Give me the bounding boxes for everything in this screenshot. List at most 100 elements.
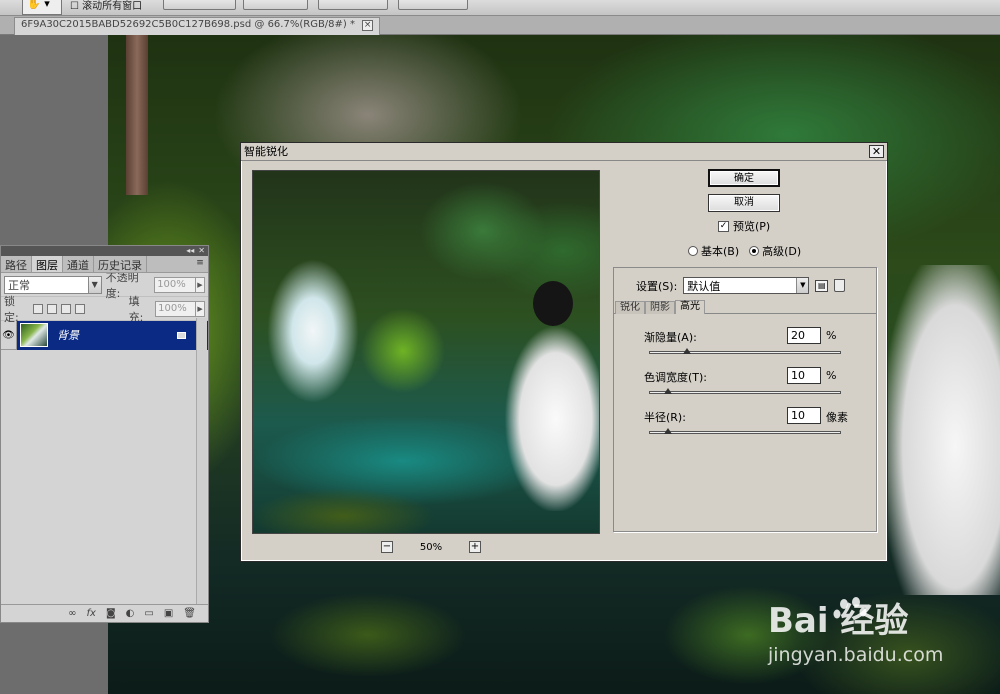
close-panel-icon[interactable]: ✕ xyxy=(198,246,205,256)
layers-scrollbar[interactable] xyxy=(196,318,207,604)
lock-pixels-icon[interactable] xyxy=(46,303,57,314)
sharpen-tabs: 锐化 阴影 高光 xyxy=(614,300,876,314)
trash-icon[interactable]: 🗑 xyxy=(183,608,196,619)
blend-row: 正常 ▼ 不透明度: 100% ▶ xyxy=(1,271,208,300)
settings-group: 设置(S): 默认值 ▼ ▤ 锐化 阴影 高光 渐隐量(A): 20 % 色调宽… xyxy=(613,267,877,532)
blend-mode-value: 正常 xyxy=(8,278,30,292)
fill-field[interactable]: 100% ▶ xyxy=(155,300,206,317)
fx-icon[interactable]: fx xyxy=(87,608,96,619)
smart-sharpen-dialog: 智能锐化 ✕ − 50% + 确定 取消 ✓ 预览(P) 基本(B) 高级(D)… xyxy=(240,142,888,562)
close-document-icon[interactable]: × xyxy=(362,20,374,31)
new-layer-icon[interactable]: ▣ xyxy=(164,608,173,619)
opacity-field[interactable]: 100% ▶ xyxy=(154,276,205,293)
watermark-url: jingyan.baidu.com xyxy=(768,644,944,666)
baidu-watermark: Bai 经验 jingyan.baidu.com xyxy=(766,592,946,666)
lock-all-icon[interactable] xyxy=(74,303,85,314)
fit-screen-button[interactable] xyxy=(243,0,308,10)
mode-radio-group: 基本(B) 高级(D) xyxy=(688,243,801,259)
panel-titlebar: ◂◂ ✕ xyxy=(1,246,208,256)
panel-menu-icon[interactable]: ≡ xyxy=(194,258,206,270)
document-tab[interactable]: 6F9A30C2015BABD52692C5B0C127B698.psd @ 6… xyxy=(14,17,381,35)
collapse-panel-icon[interactable]: ◂◂ xyxy=(186,246,194,256)
fade-amount-slider[interactable] xyxy=(649,351,841,354)
basic-label: 基本(B) xyxy=(701,245,740,258)
tab-channels[interactable]: 通道 xyxy=(63,256,94,272)
zoom-in-button[interactable]: + xyxy=(468,541,481,553)
actual-pixels-button[interactable] xyxy=(163,0,236,10)
layer-name: 背景 xyxy=(57,329,79,342)
tab-history[interactable]: 历史记录 xyxy=(94,256,147,272)
delete-settings-icon[interactable] xyxy=(834,279,846,292)
fade-amount-input[interactable]: 20 xyxy=(787,327,821,344)
fade-amount-label: 渐隐量(A): xyxy=(644,331,697,344)
baidu-logo-icon: Bai 经验 xyxy=(768,597,908,641)
fill-screen-button[interactable] xyxy=(318,0,388,10)
add-mask-icon[interactable]: ◙ xyxy=(106,608,116,619)
panel-tabs: 路径 图层 通道 历史记录 ≡ xyxy=(1,256,208,273)
radius-slider[interactable] xyxy=(649,431,841,434)
tree-trunk xyxy=(126,35,148,195)
preview-image[interactable] xyxy=(252,170,600,534)
eye-icon: 👁 xyxy=(2,329,15,341)
scroll-all-windows-checkbox[interactable]: ☐ 滚动所有窗口 xyxy=(70,0,142,12)
blend-mode-select[interactable]: 正常 ▼ xyxy=(4,275,102,294)
chevron-right-icon: ▶ xyxy=(195,277,204,292)
visibility-toggle[interactable]: 👁 xyxy=(1,320,17,350)
lock-row: 锁定: 填充: 100% ▶ xyxy=(1,295,208,324)
print-size-button[interactable] xyxy=(398,0,468,10)
radius-thumb[interactable] xyxy=(664,428,673,434)
advanced-radio[interactable]: 高级(D) xyxy=(749,243,801,259)
save-settings-icon[interactable]: ▤ xyxy=(815,279,829,292)
dialog-titlebar: 智能锐化 ✕ xyxy=(241,143,887,161)
radio-dot-icon xyxy=(749,246,760,256)
svg-text:Bai 经验: Bai 经验 xyxy=(768,601,908,641)
tab-paths[interactable]: 路径 xyxy=(1,256,32,272)
hand-tool-preset[interactable]: ✋ ▾ xyxy=(22,0,62,15)
lock-transparency-icon[interactable] xyxy=(32,303,43,314)
layers-panel: ◂◂ ✕ 路径 图层 通道 历史记录 ≡ 正常 ▼ 不透明度: 100% ▶ 锁… xyxy=(0,245,209,623)
preview-checkbox[interactable]: ✓ 预览(P) xyxy=(718,218,770,234)
tab-sharpen[interactable]: 锐化 xyxy=(615,301,645,314)
lock-icon xyxy=(177,331,186,339)
radius-label: 半径(R): xyxy=(644,411,686,424)
lock-icons xyxy=(32,303,85,314)
layer-thumbnail xyxy=(20,323,48,347)
tab-shadow[interactable]: 阴影 xyxy=(645,301,675,314)
lock-position-icon[interactable] xyxy=(60,303,71,314)
layer-background[interactable]: 背景 xyxy=(17,320,208,350)
tab-layers[interactable]: 图层 xyxy=(32,256,63,272)
zoom-bar: − 50% + xyxy=(381,540,481,554)
document-title: 6F9A30C2015BABD52692C5B0C127B698.psd @ 6… xyxy=(21,19,355,30)
dialog-title: 智能锐化 xyxy=(244,145,288,158)
fill-value: 100% xyxy=(158,302,187,314)
tonal-width-input[interactable]: 10 xyxy=(787,367,821,384)
settings-select[interactable]: 默认值 ▼ xyxy=(683,277,810,294)
scroll-all-windows-label: 滚动所有窗口 xyxy=(82,1,143,12)
settings-value: 默认值 xyxy=(687,279,721,293)
group-folder-icon[interactable]: ▭ xyxy=(144,608,153,619)
cancel-button[interactable]: 取消 xyxy=(708,194,780,212)
tab-highlight[interactable]: 高光 xyxy=(675,300,705,314)
settings-label: 设置(S): xyxy=(636,279,678,293)
ok-button[interactable]: 确定 xyxy=(708,169,780,187)
preview-label: 预览(P) xyxy=(733,220,771,233)
fade-amount-thumb[interactable] xyxy=(683,348,692,354)
adjustment-layer-icon[interactable]: ◐ xyxy=(126,608,135,619)
advanced-label: 高级(D) xyxy=(762,245,802,258)
chevron-down-icon: ▼ xyxy=(796,278,809,293)
document-tab-strip: 6F9A30C2015BABD52692C5B0C127B698.psd @ 6… xyxy=(0,16,1000,35)
close-icon[interactable]: ✕ xyxy=(869,145,884,158)
chevron-down-icon: ▼ xyxy=(87,276,101,293)
tonal-width-unit: % xyxy=(826,369,837,382)
tonal-width-slider[interactable] xyxy=(649,391,841,394)
zoom-value: 50% xyxy=(419,541,443,553)
radius-input[interactable]: 10 xyxy=(787,407,821,424)
layer-row[interactable]: 👁 背景 xyxy=(1,320,208,350)
zoom-out-button[interactable]: − xyxy=(381,541,393,553)
link-layers-icon[interactable]: ∞ xyxy=(68,608,76,619)
settings-row: 设置(S): 默认值 ▼ ▤ xyxy=(636,277,846,294)
tonal-width-label: 色调宽度(T): xyxy=(644,371,708,384)
tonal-width-thumb[interactable] xyxy=(664,388,673,394)
basic-radio[interactable]: 基本(B) xyxy=(688,243,739,259)
radio-dot-icon xyxy=(688,246,698,256)
